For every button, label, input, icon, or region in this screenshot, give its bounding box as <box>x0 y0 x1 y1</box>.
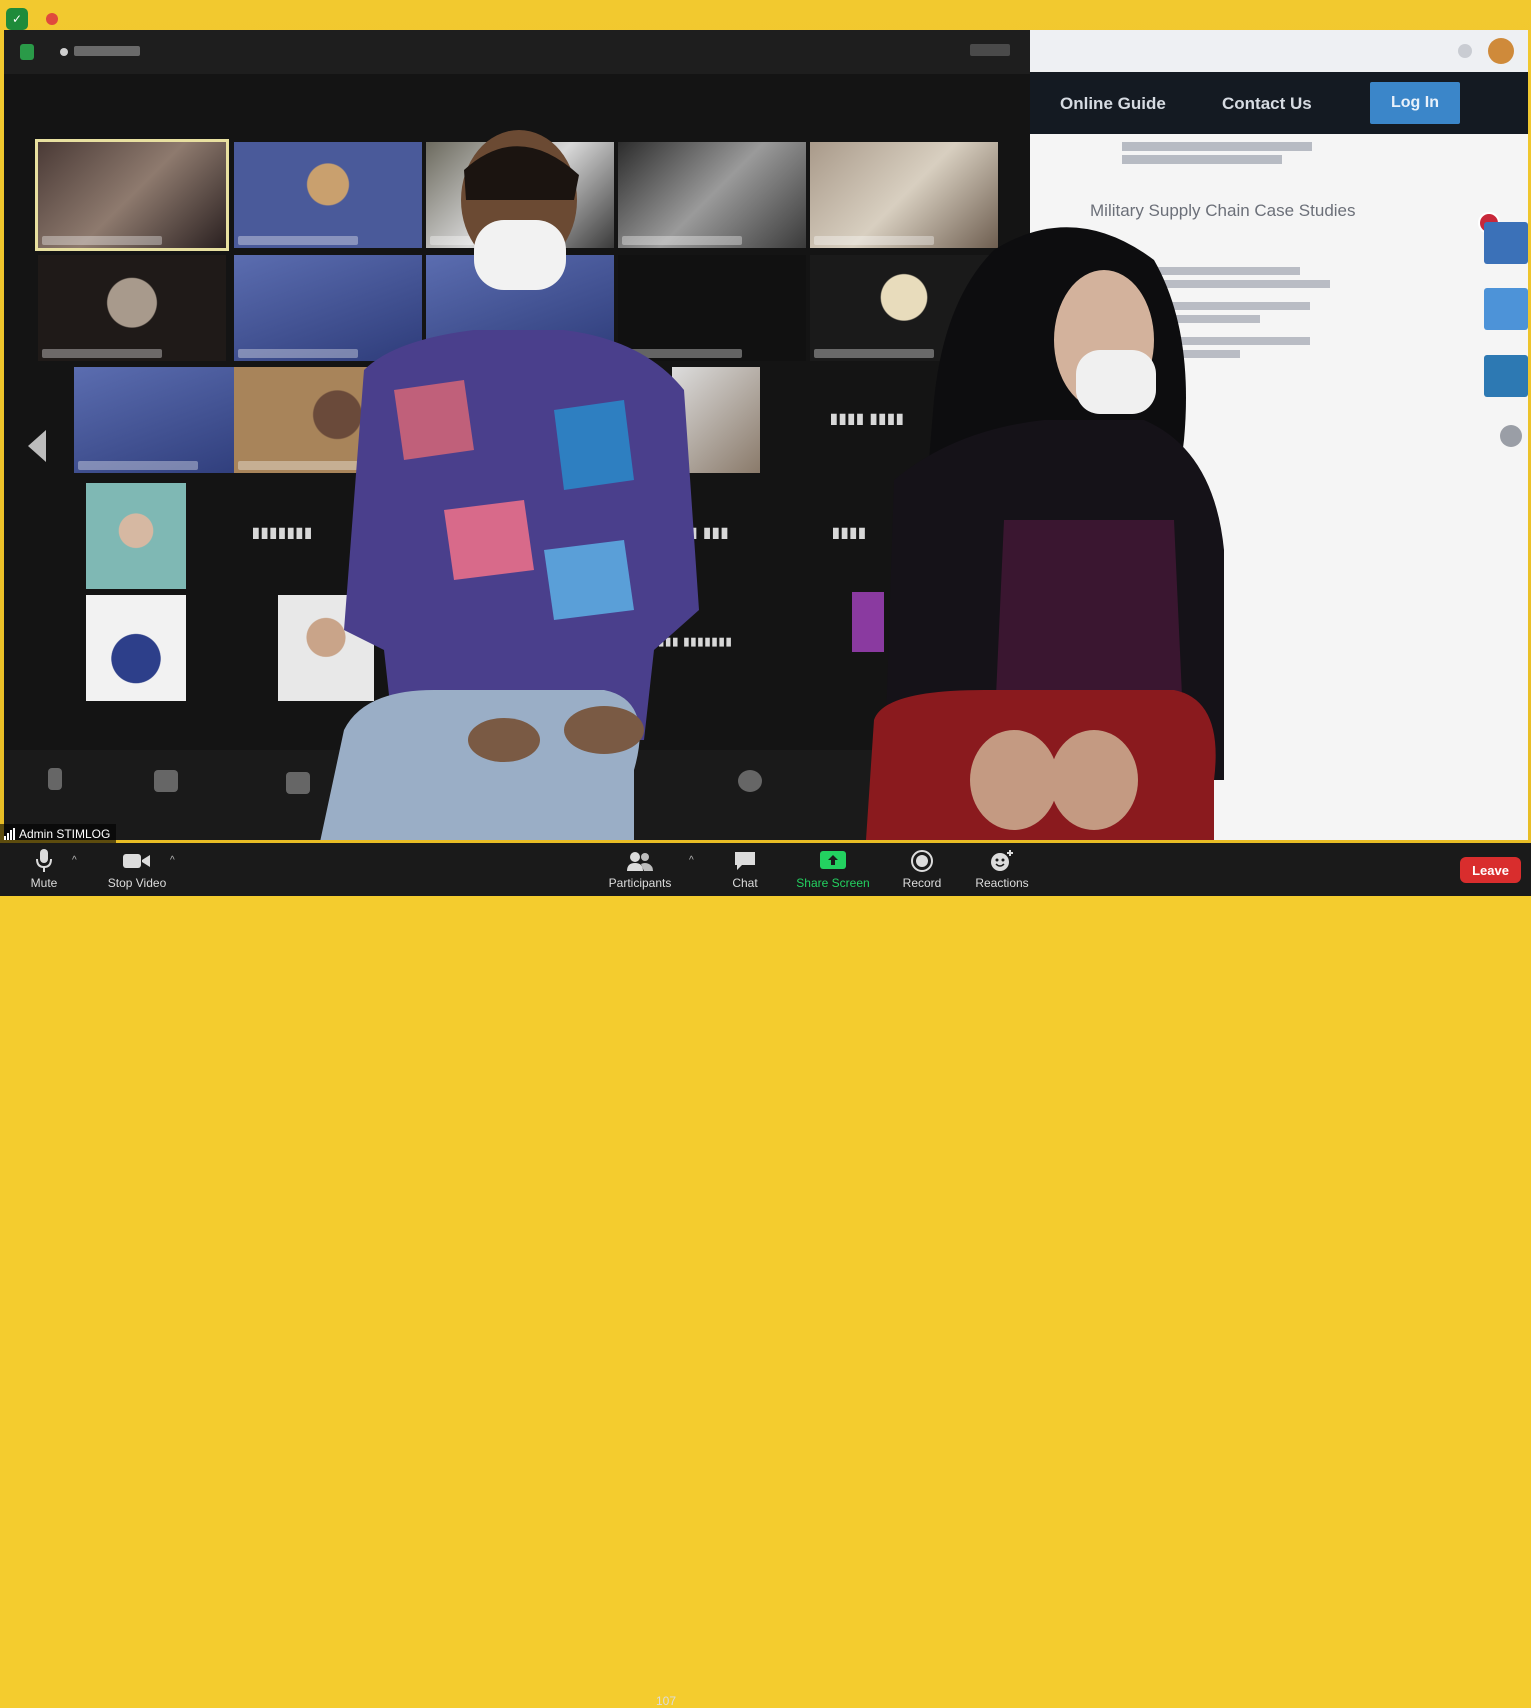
shared-screen-content: Online Guide Contact Us Log In Military … <box>4 30 1528 840</box>
browser-bar <box>1030 30 1528 72</box>
login-button[interactable]: Log In <box>1370 82 1460 124</box>
microphone-icon <box>36 849 52 873</box>
linkedin-share-icon[interactable] <box>1484 355 1528 397</box>
chat-button[interactable]: Chat <box>728 843 762 896</box>
view-toggle <box>970 44 1010 56</box>
nav-link-contact-us[interactable]: Contact Us <box>1222 94 1312 114</box>
presenter-man <box>320 130 699 840</box>
active-speaker-name: Admin STIMLOG <box>19 827 111 841</box>
inner-zoom-header <box>4 30 1030 74</box>
twitter-share-icon[interactable] <box>1484 288 1528 330</box>
prev-page-icon[interactable] <box>28 430 46 462</box>
signal-strength-icon <box>4 828 15 840</box>
settings-icon[interactable] <box>1458 44 1472 58</box>
inner-shield-icon <box>20 44 34 60</box>
share-screen-button[interactable]: Share Screen <box>796 843 870 896</box>
security-shield-icon[interactable]: ✓ <box>6 8 28 30</box>
reactions-button[interactable]: Reactions <box>974 843 1030 896</box>
share-indicator-icons: ✓ <box>6 8 58 30</box>
more-share-icon[interactable] <box>1500 425 1522 447</box>
participants-button[interactable]: Participants <box>606 843 674 896</box>
video-camera-icon <box>123 849 151 873</box>
video-tile <box>86 595 186 701</box>
record-button[interactable]: Record <box>900 843 944 896</box>
inner-mic-icon <box>48 768 62 790</box>
recording-icon <box>60 48 68 56</box>
mute-button[interactable]: Mute <box>26 843 62 896</box>
profile-avatar-icon[interactable] <box>1488 38 1514 64</box>
video-tile <box>86 483 186 589</box>
presenter-woman <box>866 227 1224 840</box>
video-tile <box>35 139 229 251</box>
leave-button[interactable]: Leave <box>1460 857 1521 883</box>
video-tile <box>38 255 226 361</box>
inner-reactions-icon <box>738 770 762 792</box>
nav-link-online-guide[interactable]: Online Guide <box>1060 94 1166 114</box>
web-list-top <box>1122 138 1312 168</box>
stop-share-icon[interactable] <box>46 13 58 25</box>
meeting-toolbar: Mute ^ Stop Video ^ Participants 107 ^ C… <box>0 843 1531 1708</box>
mute-options-chevron-icon[interactable]: ^ <box>72 855 77 866</box>
web-navbar: Online Guide Contact Us Log In <box>1030 72 1528 134</box>
facebook-share-icon[interactable] <box>1484 222 1528 264</box>
screen-share-stage: ✓ Online Guide Contact Us Log In Militar… <box>0 0 1531 843</box>
participants-count: 107 <box>656 1694 677 1708</box>
participants-options-chevron-icon[interactable]: ^ <box>689 855 694 866</box>
smiley-plus-icon <box>990 849 1014 873</box>
web-section-heading: Military Supply Chain Case Studies <box>1090 201 1356 220</box>
record-icon <box>911 849 933 873</box>
chat-bubble-icon <box>734 849 756 873</box>
inner-video-icon <box>154 770 178 792</box>
participants-icon <box>627 849 653 873</box>
stop-video-button[interactable]: Stop Video <box>104 843 170 896</box>
share-screen-icon <box>820 849 846 873</box>
active-speaker-label: Admin STIMLOG <box>0 824 117 843</box>
video-options-chevron-icon[interactable]: ^ <box>170 855 175 866</box>
